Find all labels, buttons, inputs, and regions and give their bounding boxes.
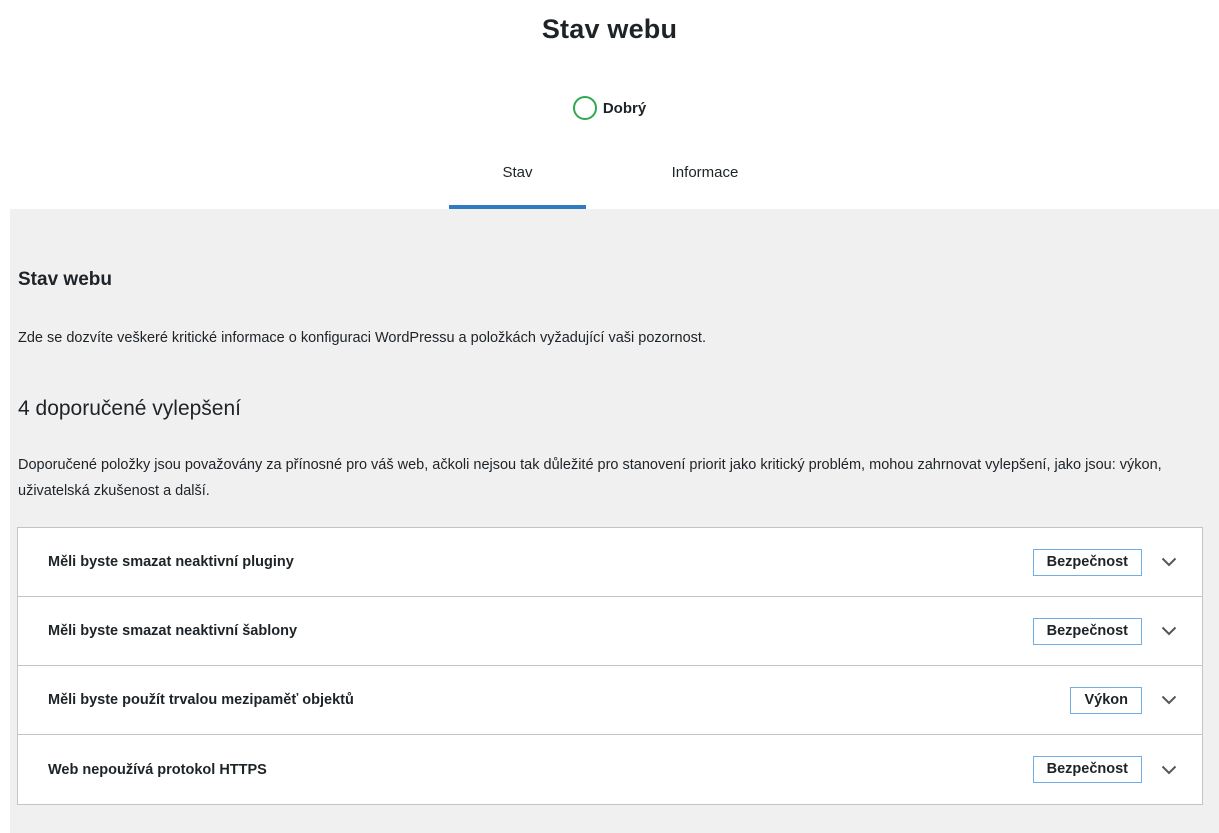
accordion-item-inactive-plugins[interactable]: Měli byste smazat neaktivní pluginy Bezp… bbox=[18, 528, 1202, 597]
chevron-down-icon[interactable] bbox=[1160, 691, 1178, 709]
section-description: Zde se dozvíte veškeré kritické informac… bbox=[18, 330, 706, 346]
accordion-item-object-cache[interactable]: Měli byste použít trvalou mezipaměť obje… bbox=[18, 666, 1202, 735]
recommended-accordion: Měli byste smazat neaktivní pluginy Bezp… bbox=[17, 527, 1203, 805]
accordion-item-title: Měli byste použít trvalou mezipaměť obje… bbox=[48, 692, 354, 708]
tab-stav[interactable]: Stav bbox=[449, 148, 586, 209]
chevron-down-icon[interactable] bbox=[1160, 553, 1178, 571]
category-badge: Bezpečnost bbox=[1032, 617, 1142, 645]
category-badge: Bezpečnost bbox=[1032, 756, 1142, 783]
recommended-title: 4 doporučené vylepšení bbox=[18, 397, 241, 420]
accordion-item-title: Měli byste smazat neaktivní pluginy bbox=[48, 554, 294, 570]
tab-informace[interactable]: Informace bbox=[635, 148, 775, 209]
page-title: Stav webu bbox=[541, 14, 678, 44]
accordion-item-inactive-themes[interactable]: Měli byste smazat neaktivní šablony Bezp… bbox=[18, 597, 1202, 666]
accordion-item-title: Měli byste smazat neaktivní šablony bbox=[48, 623, 298, 639]
site-health-header: Stav webu Dobrý Stav Informace bbox=[0, 0, 1219, 209]
status-circle-icon bbox=[572, 96, 597, 120]
section-title: Stav webu bbox=[18, 269, 112, 290]
recommended-description: Doporučené položky jsou považovány za př… bbox=[18, 457, 1162, 499]
tab-bar: Stav Informace bbox=[0, 148, 1219, 209]
accordion-item-https[interactable]: Web nepoužívá protokol HTTPS Bezpečnost bbox=[18, 735, 1202, 804]
accordion-item-title: Web nepoužívá protokol HTTPS bbox=[48, 761, 267, 778]
category-badge: Bezpečnost bbox=[1032, 548, 1142, 576]
chevron-down-icon[interactable] bbox=[1160, 622, 1178, 640]
site-health-content: Stav webu Zde se dozvíte veškeré kritick… bbox=[10, 209, 1219, 833]
health-status: Dobrý bbox=[0, 96, 1219, 120]
status-label: Dobrý bbox=[602, 99, 647, 117]
category-badge: Výkon bbox=[1070, 686, 1142, 714]
chevron-down-icon[interactable] bbox=[1160, 761, 1178, 779]
